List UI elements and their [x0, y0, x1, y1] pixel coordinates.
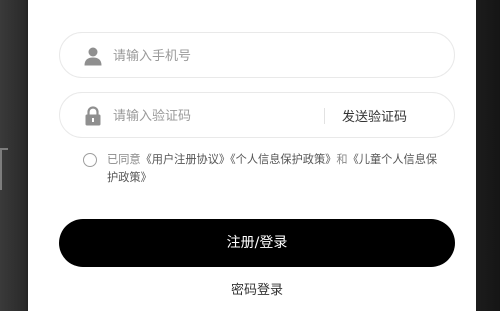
- send-code-button[interactable]: 发送验证码: [342, 106, 407, 125]
- user-agreement-link[interactable]: 《用户注册协议》: [141, 153, 231, 166]
- password-login-link[interactable]: 密码登录: [28, 279, 486, 298]
- verification-code-field[interactable]: 发送验证码: [59, 92, 455, 138]
- login-panel: 发送验证码 已同意《用户注册协议》《个人信息保护政策》和《儿童个人信息保护政策》…: [28, 0, 476, 311]
- phone-field[interactable]: [59, 32, 455, 78]
- agreement-prefix: 已同意: [107, 153, 141, 166]
- agreement-radio[interactable]: [83, 153, 97, 167]
- user-icon: [82, 45, 104, 67]
- verification-code-input[interactable]: [113, 105, 313, 127]
- field-divider: [324, 108, 325, 124]
- backdrop-decoration: [0, 148, 8, 190]
- phone-input[interactable]: [113, 45, 313, 67]
- agreement-text: 已同意《用户注册协议》《个人信息保护政策》和《儿童个人信息保护政策》: [107, 151, 439, 187]
- privacy-policy-link[interactable]: 《个人信息保护政策》: [230, 153, 336, 166]
- agreement-and: 和: [336, 153, 348, 166]
- register-login-button[interactable]: 注册/登录: [59, 219, 455, 267]
- lock-icon: [82, 105, 104, 127]
